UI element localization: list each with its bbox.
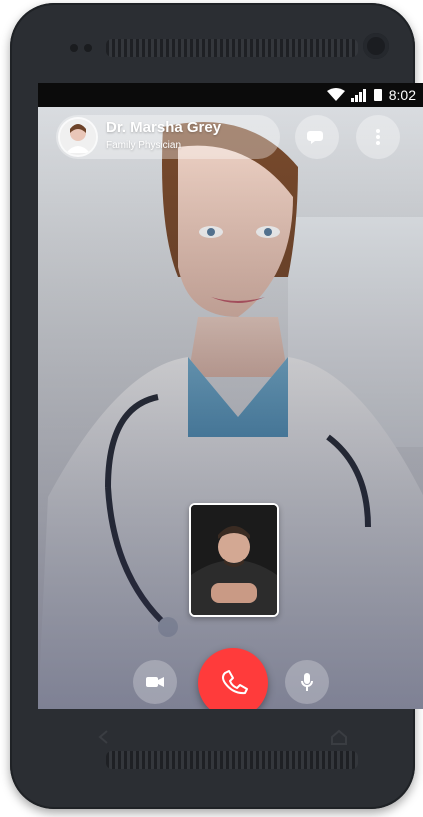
- microphone-icon: [301, 673, 313, 691]
- microphone-button[interactable]: [285, 660, 329, 704]
- doctor-video: Dr. Marsha Grey Family Physician: [38, 107, 423, 709]
- camera-toggle-button[interactable]: [133, 660, 177, 704]
- chat-button[interactable]: [295, 115, 339, 159]
- self-view-video[interactable]: [189, 503, 279, 617]
- doctor-avatar-image: [60, 119, 96, 155]
- wifi-icon: [326, 88, 345, 101]
- end-call-button[interactable]: [198, 648, 268, 709]
- sensor-dot: [70, 44, 78, 52]
- status-bar: 8:02: [38, 83, 423, 107]
- more-options-button[interactable]: [356, 115, 400, 159]
- signal-icon: [350, 89, 366, 102]
- more-vertical-icon: [376, 129, 380, 145]
- back-nav-icon[interactable]: [96, 729, 112, 745]
- bottom-speaker-grill: [106, 751, 358, 769]
- doctor-avatar: [60, 119, 96, 155]
- chat-bubbles-icon: [307, 131, 323, 144]
- clock: 8:02: [388, 87, 416, 103]
- doctor-title: Family Physician: [106, 140, 182, 151]
- doctor-name: Dr. Marsha Grey: [106, 119, 222, 136]
- self-view-image: [191, 505, 277, 615]
- call-controls: [38, 627, 423, 709]
- phone-frame: 8:02 Dr. Marsha Grey Family Physician: [10, 3, 423, 809]
- front-camera: [363, 33, 389, 59]
- sensor-dot: [84, 44, 92, 52]
- home-nav-icon[interactable]: [330, 729, 348, 745]
- battery-icon: [373, 89, 382, 101]
- top-speaker-grill: [106, 39, 358, 57]
- screen: 8:02 Dr. Marsha Grey Family Physician: [38, 83, 423, 709]
- doctor-photo: [38, 107, 423, 709]
- status-right: 8:02: [326, 87, 416, 103]
- video-camera-icon: [146, 677, 164, 687]
- phone-hangup-icon: [222, 670, 248, 695]
